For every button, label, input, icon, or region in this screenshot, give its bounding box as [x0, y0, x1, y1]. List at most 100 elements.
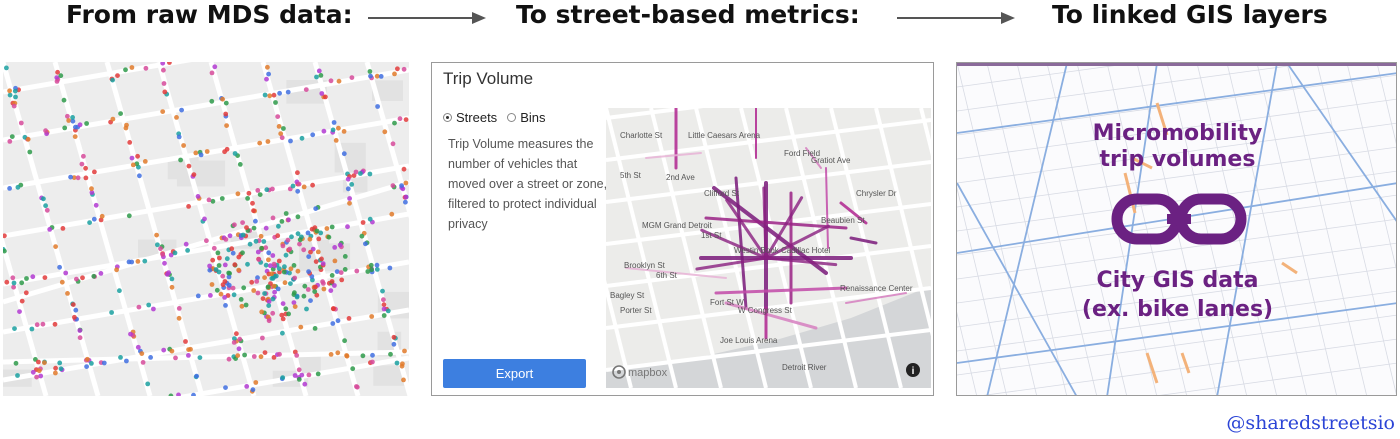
trip-point: [207, 267, 213, 273]
trip-point: [202, 216, 207, 222]
trip-point: [25, 136, 31, 142]
trip-point: [374, 267, 380, 272]
trip-point: [226, 282, 232, 288]
trip-point: [255, 249, 261, 255]
trip-point: [267, 93, 273, 99]
trip-point: [303, 87, 309, 92]
trip-point: [114, 267, 119, 273]
arrow-right-icon: [897, 12, 1015, 24]
trip-point: [215, 250, 221, 256]
trip-point: [91, 216, 97, 222]
trip-point: [186, 204, 192, 209]
radio-streets-label[interactable]: Streets: [456, 110, 497, 125]
trip-point: [255, 188, 261, 193]
trip-point: [186, 347, 192, 352]
trip-point: [258, 233, 264, 239]
trip-point: [272, 289, 277, 295]
map-label: W Congress St: [738, 306, 793, 315]
trip-point: [240, 220, 246, 226]
trip-point: [264, 76, 269, 82]
trip-point: [329, 279, 335, 284]
trip-point: [342, 254, 348, 259]
trip-point: [143, 65, 149, 71]
trip-point: [70, 302, 76, 307]
map-label: 6th St: [656, 271, 678, 280]
trip-point: [333, 138, 339, 143]
trip-point: [275, 233, 281, 239]
trip-point: [176, 315, 182, 321]
trip-point: [34, 322, 40, 328]
trip-point: [84, 121, 89, 126]
trip-point: [166, 270, 172, 276]
trip-point: [283, 211, 289, 216]
trip-point: [273, 273, 279, 279]
radio-streets[interactable]: [443, 113, 452, 122]
trip-point: [217, 255, 222, 261]
trip-point: [194, 373, 200, 379]
trip-point: [276, 266, 282, 271]
chain-link-bar: [1167, 214, 1191, 224]
trip-point: [313, 206, 319, 212]
trip-point: [241, 285, 247, 291]
trip-point: [161, 67, 166, 73]
layer-toggle: Streets Bins: [443, 110, 555, 125]
trip-point: [358, 171, 363, 176]
trip-point: [68, 174, 73, 180]
step2-heading: To street-based metrics:: [516, 0, 860, 29]
trip-point: [294, 294, 300, 300]
trip-point: [314, 228, 320, 234]
trip-point: [335, 318, 341, 324]
trip-point: [320, 279, 325, 285]
trip-point: [115, 73, 120, 78]
trip-point: [302, 381, 308, 387]
trip-point: [315, 249, 321, 255]
trip-point: [142, 159, 148, 164]
trip-point: [53, 370, 58, 376]
trip-point: [40, 321, 46, 327]
info-icon[interactable]: i: [906, 363, 920, 377]
sharedstreets-credit[interactable]: @sharedstreetsio: [1226, 410, 1395, 436]
trip-point: [214, 287, 220, 293]
trip-point: [83, 165, 88, 171]
trip-point: [61, 97, 67, 103]
map-label: Clifford St: [704, 189, 740, 198]
trip-point: [262, 291, 267, 296]
trip-point: [360, 220, 366, 225]
trip-point: [210, 257, 216, 263]
radio-bins-label[interactable]: Bins: [520, 110, 545, 125]
trip-point: [77, 335, 83, 341]
trip-point: [354, 384, 359, 389]
map-label: Chrysler Dr: [856, 189, 897, 198]
trip-point: [315, 371, 321, 377]
radio-bins[interactable]: [507, 113, 517, 122]
trip-point: [266, 257, 271, 263]
trip-volume-map[interactable]: Charlotte St Little Caesars Arena Ford Fie…: [606, 108, 931, 388]
trip-point: [139, 351, 145, 356]
trip-point: [270, 310, 276, 316]
trip-point: [265, 139, 271, 144]
trip-point: [277, 90, 282, 96]
trip-point: [36, 359, 41, 365]
trip-point: [60, 226, 66, 231]
trip-point: [370, 359, 375, 365]
trip-point: [263, 262, 269, 268]
trip-point: [265, 64, 270, 70]
trip-point: [297, 237, 303, 243]
trip-point: [245, 261, 250, 267]
trip-point: [259, 245, 264, 251]
trip-point: [339, 277, 345, 283]
trip-point: [321, 128, 327, 134]
trip-point: [160, 109, 166, 114]
trip-point: [365, 269, 371, 274]
trip-point: [218, 291, 224, 297]
trip-point: [110, 77, 115, 83]
export-button[interactable]: Export: [443, 359, 586, 388]
trip-point: [305, 230, 311, 236]
trip-point: [275, 286, 281, 292]
trip-point: [323, 94, 328, 100]
trip-point: [84, 364, 89, 369]
trip-point: [135, 344, 141, 350]
trip-point: [140, 360, 146, 365]
trip-point: [282, 264, 287, 270]
trip-point: [385, 308, 391, 314]
